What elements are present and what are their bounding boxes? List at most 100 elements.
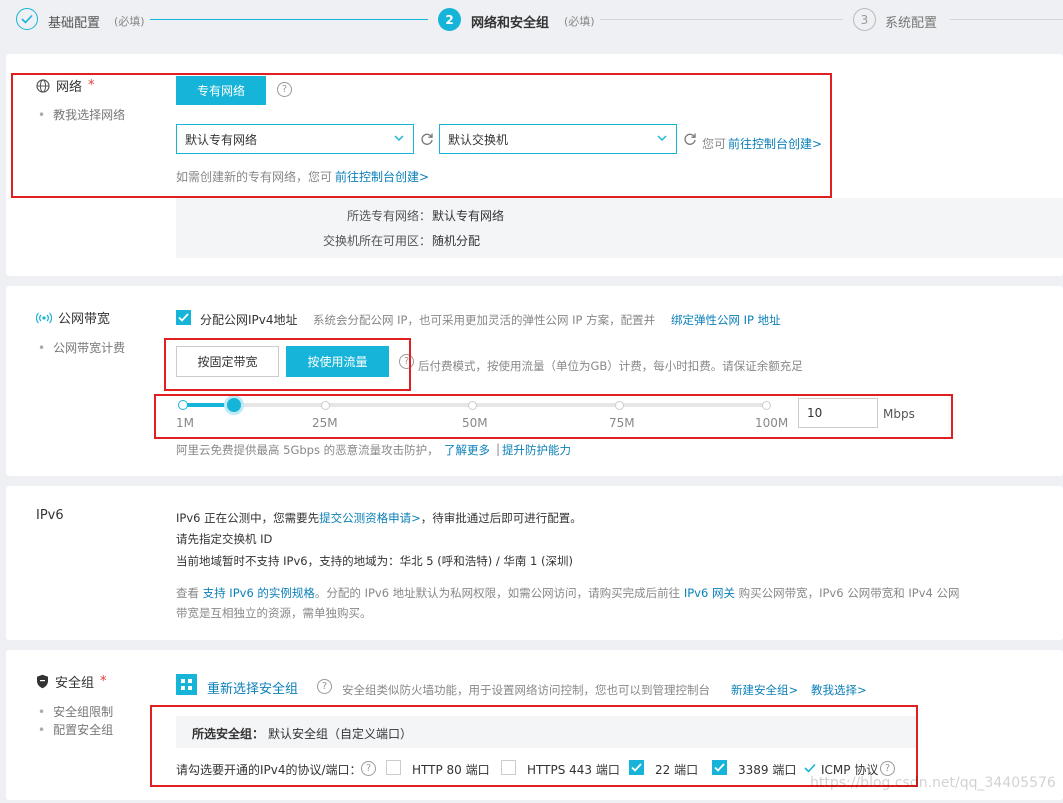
vswitch-select[interactable]: 默认交换机	[439, 124, 677, 154]
summary-key: 交换机所在可用区：	[322, 234, 431, 248]
slider-tick-label: 25M	[312, 416, 338, 430]
refresh-icon[interactable]	[420, 132, 434, 146]
protection-text: 阿里云免费提供最高 5Gbps 的恶意流量攻击防护，	[176, 443, 439, 457]
port-3389-checkbox[interactable]	[712, 760, 727, 775]
step-2-note: (必填)	[564, 15, 595, 28]
security-config-link[interactable]: 配置安全组	[38, 721, 113, 738]
summary-key: 所选专有网络：	[346, 209, 431, 223]
network-title: 网络 *	[36, 76, 95, 95]
port-22-label[interactable]: 22 端口	[655, 761, 698, 778]
security-guide-link[interactable]: 安全组限制	[38, 703, 113, 720]
slider-tick-label: 1M	[176, 416, 194, 430]
bandwidth-value-input[interactable]	[798, 398, 878, 428]
step-1-label[interactable]: 基础配置	[48, 12, 100, 31]
network-card: 网络* 教我选择网络 专有网络 ? 默认专有网络 默认交换机 您可 前往控制台创…	[6, 54, 1063, 276]
you-can-text: 您可	[702, 137, 727, 151]
check-icon	[631, 763, 642, 772]
assign-ipv4-label[interactable]: 分配公网IPv4地址	[200, 311, 298, 328]
security-desc: 安全组类似防火墙功能，用于设置网络访问控制，您也可以到管理控制台	[342, 683, 710, 697]
help-icon[interactable]: ?	[399, 354, 414, 369]
traffic-billing-button[interactable]: 按使用流量	[286, 346, 389, 377]
selected-security-group-box: 所选安全组： 默认安全组（自定义端口）	[176, 716, 916, 748]
ipv6-card: IPv6 IPv6 正在公测中，您需要先提交公测资格申请>，待审批通过后即可进行…	[6, 486, 1063, 640]
slider-tick-label: 50M	[462, 416, 488, 430]
bind-eip-link[interactable]: 绑定弹性公网 IP 地址	[671, 312, 781, 328]
refresh-icon[interactable]	[683, 132, 697, 146]
step-connector	[600, 19, 843, 20]
console-create-link[interactable]: 前往控制台创建>	[728, 135, 822, 152]
bandwidth-slider[interactable]	[178, 395, 771, 415]
vpc-button[interactable]: 专有网络	[176, 76, 266, 105]
step-2-label[interactable]: 网络和安全组	[471, 12, 549, 31]
chevron-down-icon	[657, 135, 667, 141]
summary-value: 默认专有网络	[432, 209, 505, 223]
port-3389-label[interactable]: 3389 端口	[738, 761, 796, 778]
security-title: 安全组 *	[36, 672, 107, 691]
ipv6-line-5: 带宽是互相独立的资源，需单独购买。	[176, 606, 372, 620]
bandwidth-unit: Mbps	[883, 407, 915, 421]
ipv6-gateway-link[interactable]: IPv6 网关	[684, 586, 735, 600]
fixed-bandwidth-button[interactable]: 按固定带宽	[176, 346, 279, 377]
ipv6-title: IPv6	[36, 508, 64, 523]
teach-select-link[interactable]: 教我选择>	[811, 682, 867, 698]
check-icon	[714, 763, 725, 772]
http-80-label[interactable]: HTTP 80 端口	[412, 761, 490, 778]
slider-dot	[468, 401, 477, 410]
ipv6-line-1: IPv6 正在公测中，您需要先提交公测资格申请>，待审批通过后即可进行配置。	[176, 511, 582, 525]
https-443-label[interactable]: HTTPS 443 端口	[527, 761, 620, 778]
step-3-label[interactable]: 系统配置	[885, 12, 937, 31]
traffic-desc: 后付费模式，按使用流量（单位为GB）计费，每小时扣费。请保证余额充足	[418, 359, 803, 373]
upgrade-protection-link[interactable]: 提升防护能力	[502, 442, 571, 458]
summary-value: 随机分配	[432, 234, 481, 248]
globe-icon	[36, 78, 50, 93]
bandwidth-card: 公网带宽 公网带宽计费 分配公网IPv4地址 系统会分配公网 IP，也可采用更加…	[6, 286, 1063, 476]
reselect-security-group-link[interactable]: 重新选择安全组	[207, 678, 298, 697]
slider-dot	[615, 401, 624, 410]
slider-dot	[762, 401, 771, 410]
ipv6-spec-link[interactable]: 支持 IPv6 的实例规格	[203, 586, 315, 600]
http-80-checkbox[interactable]	[386, 760, 401, 775]
step-1-done-icon	[16, 8, 38, 30]
vpc-hint-text: 如需创建新的专有网络，您可	[176, 170, 333, 184]
help-icon[interactable]: ?	[361, 761, 376, 776]
help-icon[interactable]: ?	[880, 761, 895, 776]
step-3-number: 3	[853, 8, 876, 31]
check-icon	[804, 763, 816, 773]
bandwidth-guide-link[interactable]: 公网带宽计费	[38, 339, 125, 356]
step-connector	[150, 19, 428, 20]
selected-security-group-key: 所选安全组：	[192, 727, 265, 741]
slider-handle[interactable]	[224, 395, 244, 415]
slider-tick-label: 75M	[609, 416, 635, 430]
slider-dot	[178, 400, 188, 410]
slider-dot	[321, 401, 330, 410]
port-22-checkbox[interactable]	[629, 760, 644, 775]
bandwidth-title: 公网带宽	[36, 308, 110, 327]
ipv6-apply-link[interactable]: 提交公测资格申请>	[319, 511, 421, 525]
learn-more-link[interactable]: 了解更多	[444, 442, 490, 458]
help-icon[interactable]: ?	[317, 679, 332, 694]
watermark: https://blog.csdn.net/qq_34405576	[810, 775, 1056, 791]
step-connector	[950, 19, 1063, 20]
new-security-group-link[interactable]: 新建安全组>	[731, 682, 798, 698]
grid-icon[interactable]	[176, 674, 197, 695]
ipv6-line-4: 查看 支持 IPv6 的实例规格。分配的 IPv6 地址默认为私网权限，如需公网…	[176, 586, 960, 600]
assign-ipv4-checkbox[interactable]	[176, 310, 191, 325]
help-icon[interactable]: ?	[277, 82, 292, 97]
ipv6-line-3: 当前地域暂时不支持 IPv6，支持的地域为：华北 5 (呼和浩特) / 华南 1…	[176, 554, 573, 568]
link-separator: |	[496, 442, 501, 456]
network-summary: 所选专有网络： 默认专有网络 交换机所在可用区： 随机分配	[176, 198, 1063, 258]
shield-icon	[37, 674, 48, 689]
step-2-number: 2	[438, 8, 461, 31]
ports-label: 请勾选要开通的IPv4的协议/端口：	[176, 763, 362, 777]
step-1-note: (必填)	[114, 15, 145, 28]
slider-tick-label: 100M	[755, 416, 789, 430]
vpc-hint-link[interactable]: 前往控制台创建>	[335, 168, 429, 185]
chevron-down-icon	[394, 135, 404, 141]
check-icon	[178, 313, 189, 322]
vpc-select[interactable]: 默认专有网络	[176, 124, 414, 154]
broadcast-icon	[36, 312, 52, 323]
https-443-checkbox[interactable]	[501, 760, 516, 775]
assign-ipv4-desc: 系统会分配公网 IP，也可采用更加灵活的弹性公网 IP 方案，配置并	[313, 313, 656, 327]
selected-security-group-value: 默认安全组（自定义端口）	[268, 727, 413, 741]
network-guide-link[interactable]: 教我选择网络	[38, 106, 125, 123]
